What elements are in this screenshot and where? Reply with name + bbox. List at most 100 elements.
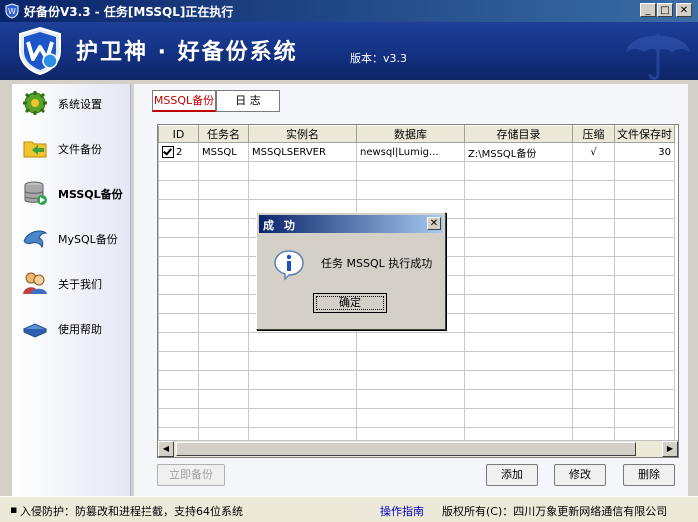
table-cell-dir: Z:\MSSQL备份 bbox=[464, 142, 573, 162]
sidebar-item-help[interactable]: 使用帮助 bbox=[12, 311, 130, 347]
maximize-button[interactable]: □ bbox=[657, 3, 673, 17]
empty-cell bbox=[464, 408, 573, 428]
sidebar-item-label: MSSQL备份 bbox=[58, 188, 123, 201]
status-bullet: ▪ bbox=[10, 503, 18, 516]
empty-cell bbox=[614, 313, 675, 333]
column-header[interactable]: 实例名 bbox=[248, 125, 357, 143]
sidebar-item-mysql-backup[interactable]: MySQL备份 bbox=[12, 221, 130, 257]
add-button[interactable]: 添加 bbox=[486, 464, 538, 486]
umbrella-icon bbox=[626, 34, 690, 80]
empty-cell bbox=[198, 408, 249, 428]
cell-text: 30 bbox=[658, 146, 671, 158]
empty-row bbox=[158, 161, 675, 181]
empty-cell bbox=[248, 370, 357, 390]
empty-cell bbox=[198, 313, 249, 333]
empty-cell bbox=[248, 351, 357, 371]
horizontal-scrollbar[interactable]: ◀ ▶ bbox=[158, 440, 678, 457]
scroll-right-icon[interactable]: ▶ bbox=[662, 441, 678, 457]
empty-cell bbox=[198, 370, 249, 390]
column-header[interactable]: 数据库 bbox=[356, 125, 465, 143]
cell-text: MSSQLSERVER bbox=[252, 146, 326, 158]
minimize-button[interactable]: _ bbox=[640, 3, 656, 17]
empty-cell bbox=[158, 313, 199, 333]
empty-cell bbox=[464, 370, 573, 390]
copyright-text: 版权所有(C)：四川万象更新网络通信有限公司 bbox=[442, 505, 668, 518]
scroll-left-icon[interactable]: ◀ bbox=[158, 441, 174, 457]
scrollbar-thumb[interactable] bbox=[176, 442, 636, 456]
empty-cell bbox=[158, 294, 199, 314]
empty-row bbox=[158, 408, 675, 428]
empty-cell bbox=[464, 161, 573, 181]
book-icon bbox=[22, 323, 48, 338]
empty-cell bbox=[614, 161, 675, 181]
tab-log[interactable]: 日 志 bbox=[216, 90, 280, 112]
empty-cell bbox=[572, 218, 615, 238]
edit-button[interactable]: 修改 bbox=[554, 464, 606, 486]
close-button[interactable]: ✕ bbox=[676, 3, 692, 17]
dialog-close-button[interactable]: ✕ bbox=[427, 217, 441, 230]
empty-cell bbox=[572, 351, 615, 371]
tab-mssql-backup[interactable]: MSSQL备份 bbox=[152, 90, 216, 112]
gear-icon bbox=[23, 91, 47, 115]
empty-cell bbox=[614, 370, 675, 390]
empty-cell bbox=[614, 218, 675, 238]
empty-row bbox=[158, 351, 675, 371]
empty-cell bbox=[248, 161, 357, 181]
table-cell-task: MSSQL bbox=[198, 142, 249, 162]
empty-cell bbox=[158, 199, 199, 219]
dolphin-icon bbox=[23, 230, 48, 249]
table-row[interactable]: 2 MSSQL MSSQLSERVER newsql|Lumig... Z:\MSSQL… bbox=[158, 142, 675, 162]
title-bar[interactable]: W 好备份V3.3 - 任务[MSSQL]正在执行 _ □ ✕ bbox=[0, 0, 698, 22]
empty-cell bbox=[464, 256, 573, 276]
empty-cell bbox=[198, 199, 249, 219]
empty-cell bbox=[464, 180, 573, 200]
empty-cell bbox=[614, 351, 675, 371]
column-header[interactable]: 文件保存时 bbox=[614, 125, 675, 143]
empty-cell bbox=[158, 389, 199, 409]
empty-cell bbox=[464, 294, 573, 314]
empty-cell bbox=[158, 275, 199, 295]
empty-cell bbox=[572, 161, 615, 181]
empty-cell bbox=[158, 218, 199, 238]
sidebar-item-mssql-backup[interactable]: MSSQL备份 bbox=[12, 176, 130, 212]
empty-cell bbox=[158, 332, 199, 352]
empty-cell bbox=[614, 389, 675, 409]
empty-cell bbox=[158, 370, 199, 390]
empty-cell bbox=[158, 408, 199, 428]
empty-cell bbox=[464, 389, 573, 409]
empty-cell bbox=[572, 332, 615, 352]
table-cell-id: 2 bbox=[158, 142, 199, 162]
dialog-title-bar[interactable]: 成 功 ✕ bbox=[259, 215, 443, 233]
empty-cell bbox=[198, 294, 249, 314]
status-message: 入侵防护：防篡改和进程拦截，支持64位系统 bbox=[20, 505, 243, 518]
backup-now-button[interactable]: 立即备份 bbox=[157, 464, 225, 486]
database-icon bbox=[24, 181, 47, 205]
empty-cell bbox=[356, 180, 465, 200]
empty-cell bbox=[356, 161, 465, 181]
delete-button[interactable]: 删除 bbox=[623, 464, 675, 486]
status-bar: ▪ 入侵防护：防篡改和进程拦截，支持64位系统 操作指南 版权所有(C)：四川万… bbox=[0, 496, 698, 522]
sidebar-item-file-backup[interactable]: 文件备份 bbox=[12, 131, 130, 167]
sidebar-item-about-us[interactable]: 关于我们 bbox=[12, 266, 130, 302]
empty-cell bbox=[464, 275, 573, 295]
empty-row bbox=[158, 180, 675, 200]
sidebar-item-system-settings[interactable]: 系统设置 bbox=[12, 86, 130, 122]
empty-cell bbox=[198, 180, 249, 200]
column-header[interactable]: 压缩 bbox=[572, 125, 615, 143]
column-header[interactable]: 存储目录 bbox=[464, 125, 573, 143]
guide-link[interactable]: 操作指南 bbox=[380, 503, 424, 519]
ok-button[interactable]: 确定 bbox=[313, 293, 387, 313]
empty-cell bbox=[572, 408, 615, 428]
row-checkbox[interactable] bbox=[162, 146, 174, 158]
empty-cell bbox=[158, 351, 199, 371]
column-header[interactable]: 任务名 bbox=[198, 125, 249, 143]
column-header[interactable]: ID bbox=[158, 125, 199, 143]
sidebar-item-label: 文件备份 bbox=[58, 143, 102, 156]
empty-row bbox=[158, 332, 675, 352]
cell-text: √ bbox=[590, 146, 597, 158]
empty-cell bbox=[356, 370, 465, 390]
sidebar: 系统设置 文件备份 MSSQL备份 MySQL备份 关于我们 使用帮助 bbox=[12, 84, 131, 496]
header-banner: 护卫神 · 好备份系统 版本：v3.3 bbox=[0, 22, 698, 80]
dialog-message: 任务 MSSQL 执行成功 bbox=[321, 257, 433, 270]
empty-cell bbox=[158, 256, 199, 276]
